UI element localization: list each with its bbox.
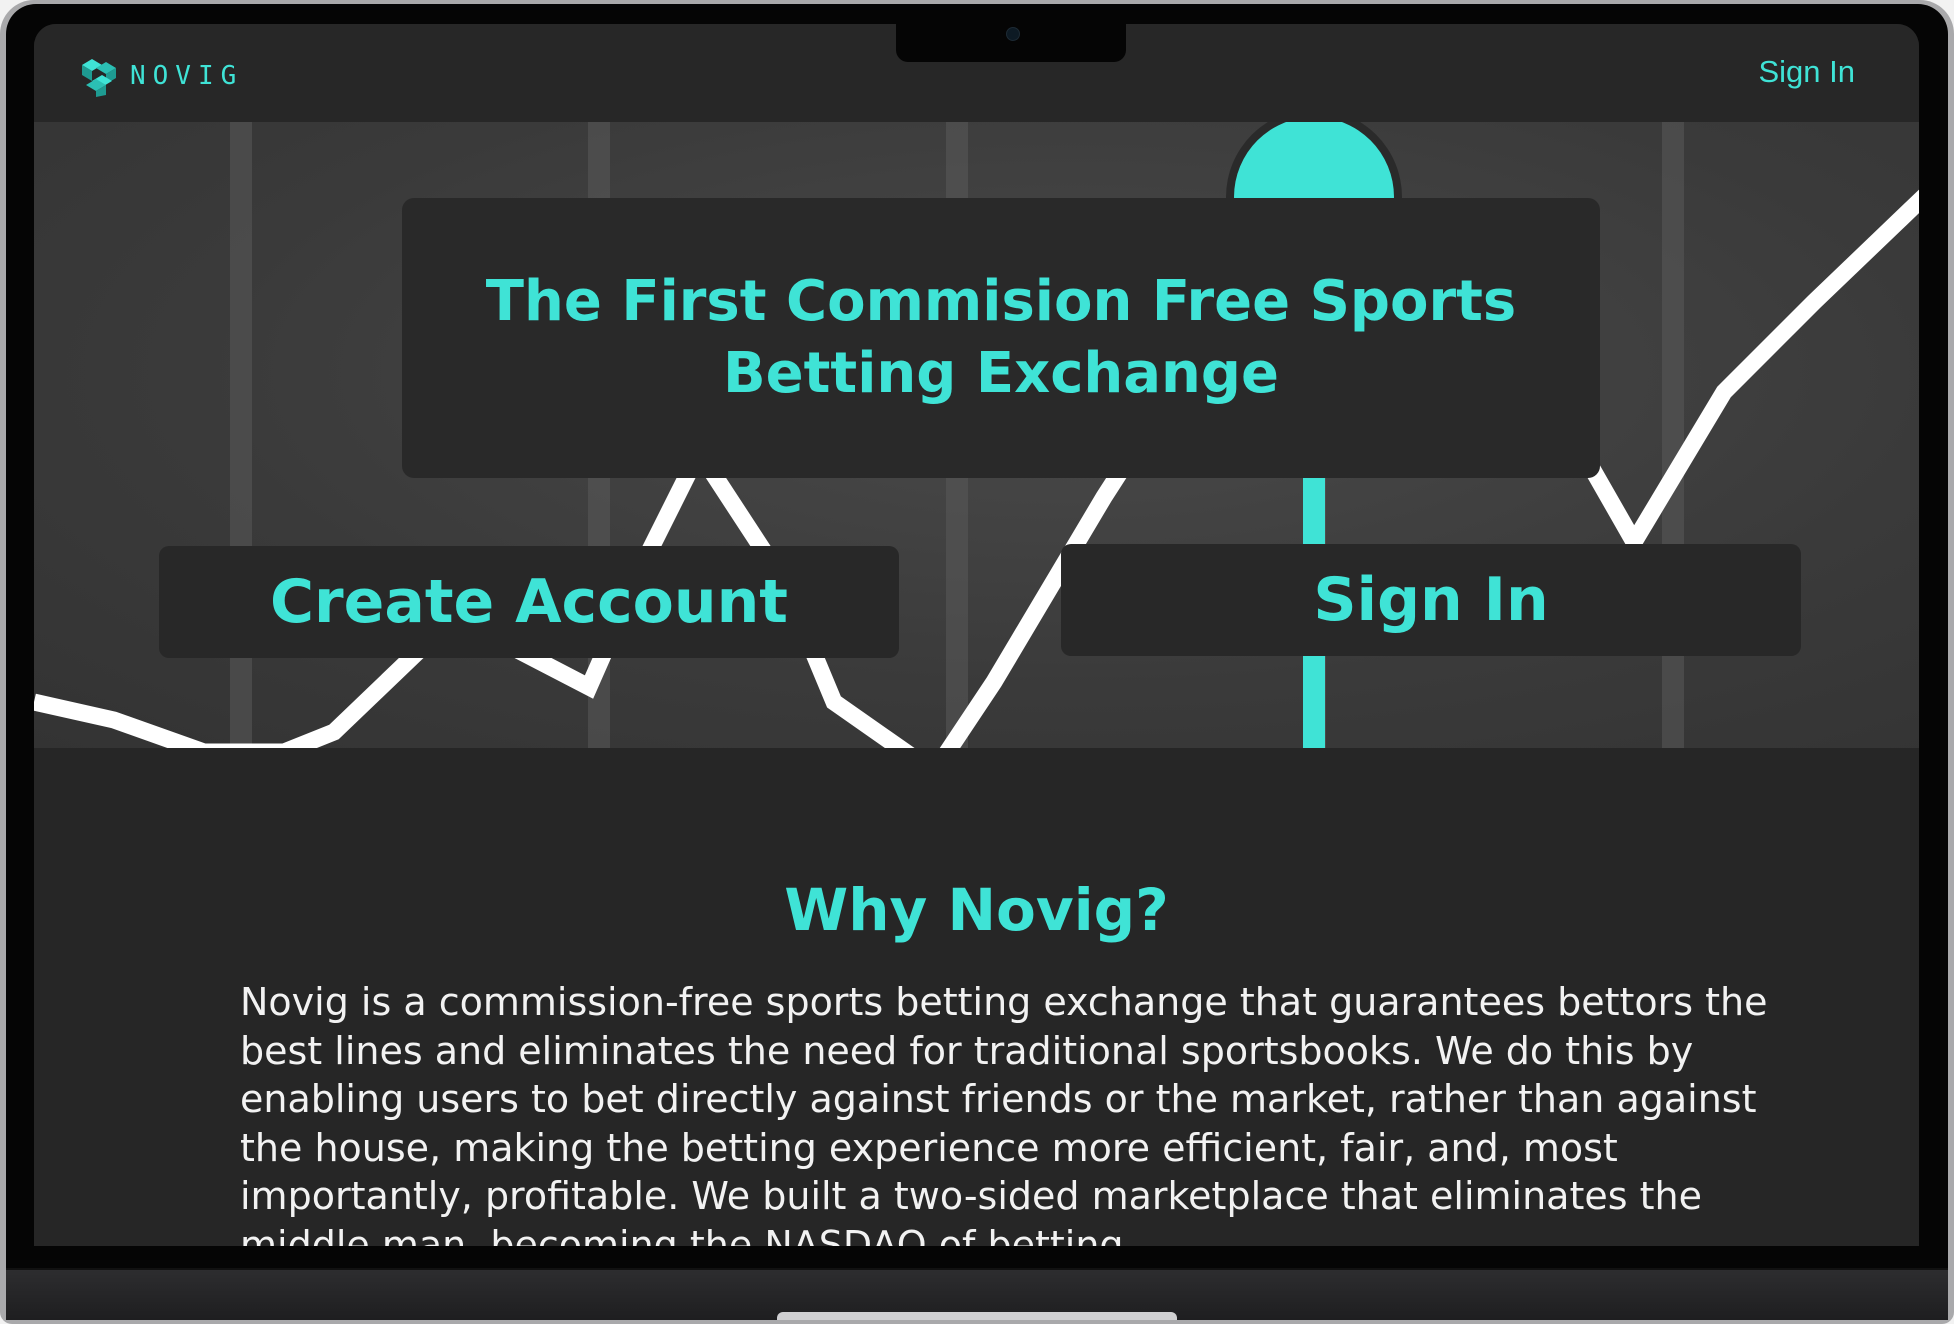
camera-icon — [1006, 27, 1020, 41]
laptop-base-notch — [777, 1312, 1177, 1320]
novig-logo-icon — [82, 59, 116, 97]
why-novig-section: Why Novig? Novig is a commission-free sp… — [34, 748, 1919, 1246]
hero-headline: The First Commision Free Sports Betting … — [485, 269, 1517, 406]
camera-notch — [896, 24, 1126, 62]
nav-sign-in-link[interactable]: Sign In — [1758, 54, 1855, 90]
browser-viewport: NOVIG Sign In The First Commision Free S… — [34, 24, 1919, 1246]
brand-name: NOVIG — [130, 61, 244, 91]
headline-panel: The First Commision Free Sports Betting … — [402, 198, 1600, 478]
why-novig-title: Why Novig? — [784, 876, 1169, 944]
laptop-frame: NOVIG Sign In The First Commision Free S… — [0, 0, 1954, 1324]
sign-in-button[interactable]: Sign In — [1061, 544, 1801, 656]
why-novig-body: Novig is a commission-free sports bettin… — [240, 980, 1768, 1246]
brand-logo-link[interactable]: NOVIG — [78, 55, 243, 97]
laptop-base — [6, 1268, 1948, 1320]
create-account-button[interactable]: Create Account — [159, 546, 899, 658]
hero-section: The First Commision Free Sports Betting … — [34, 122, 1919, 748]
